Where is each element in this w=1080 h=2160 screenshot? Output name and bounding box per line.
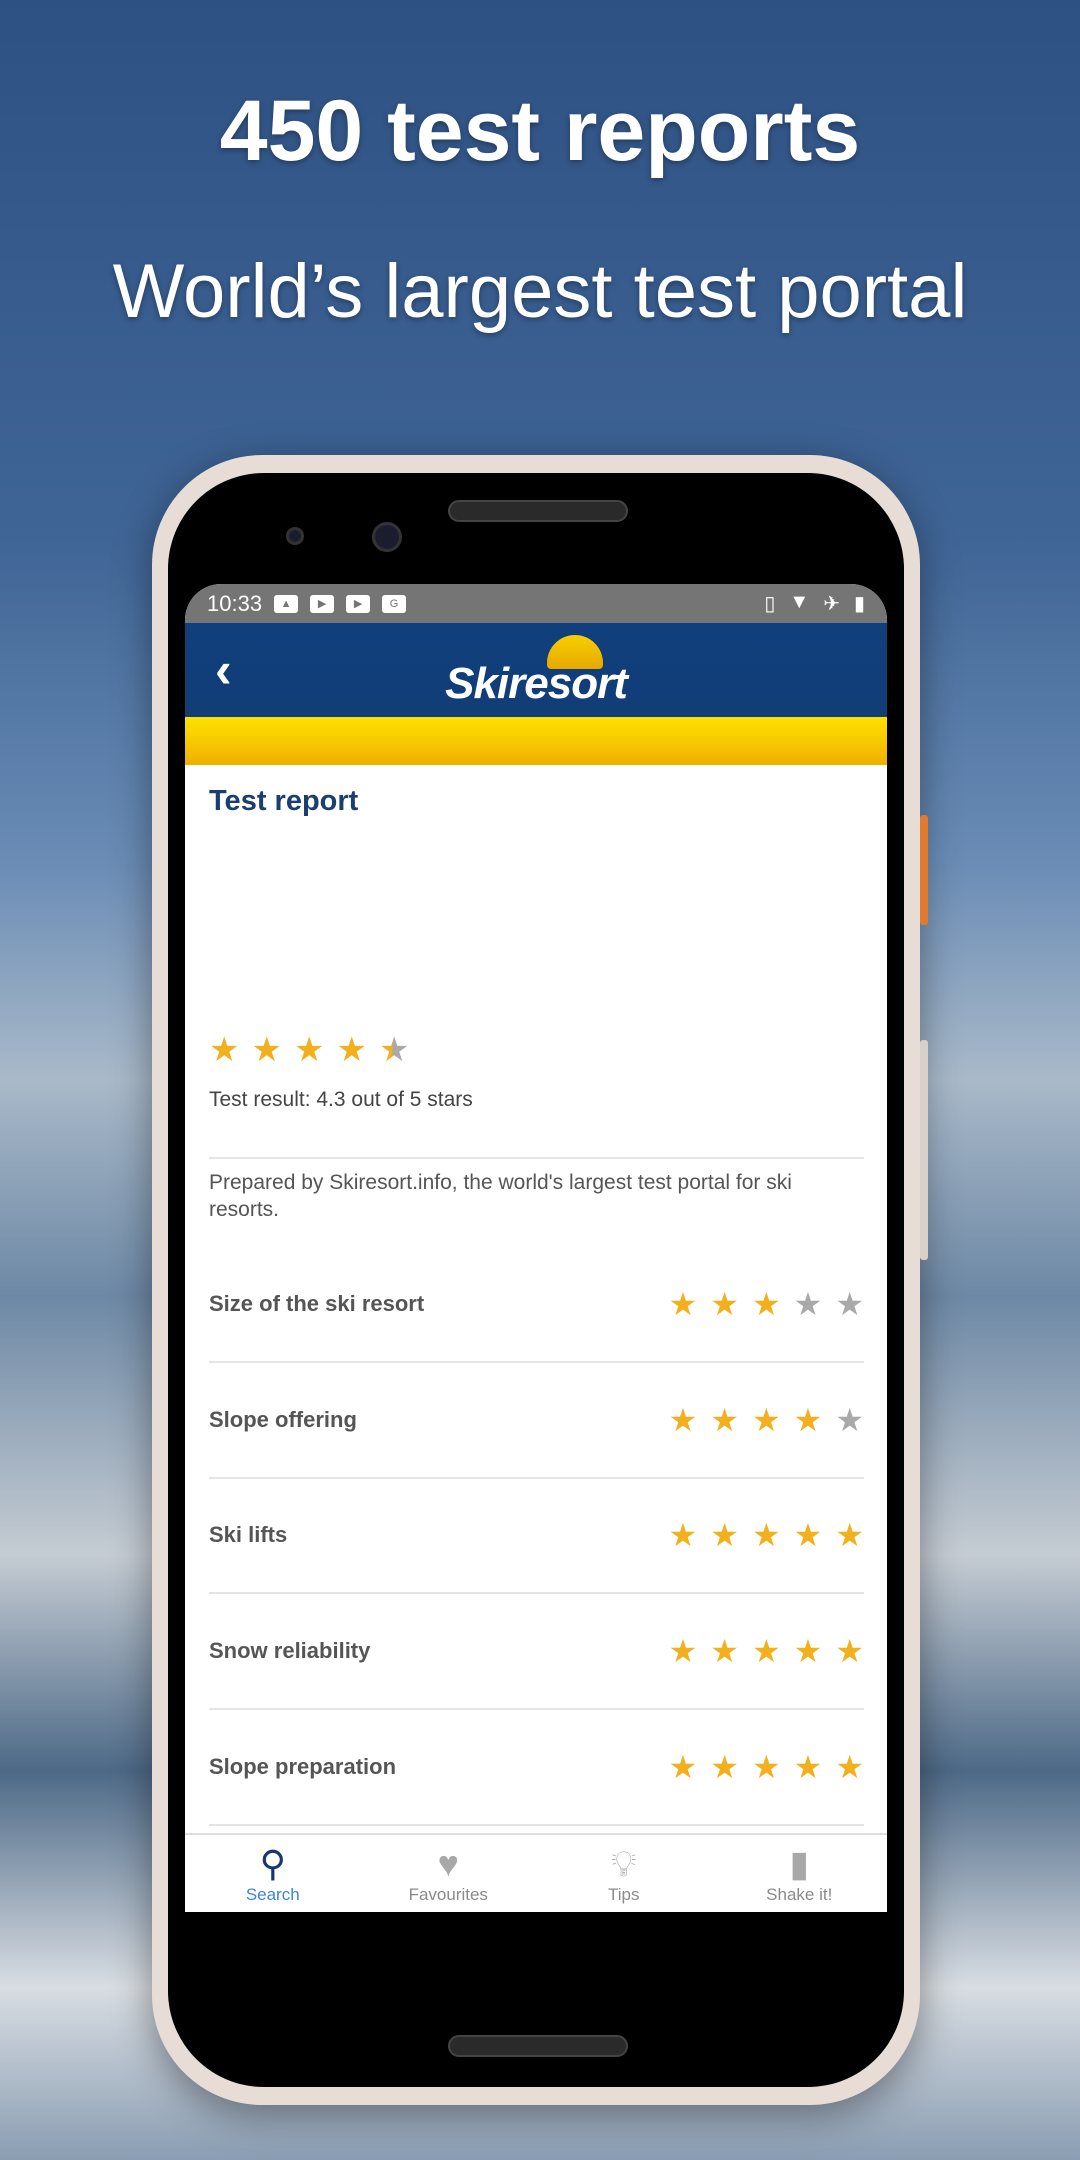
star-filled-icon: ★ — [835, 1748, 864, 1785]
star-filled-icon: ★ — [751, 1286, 781, 1322]
rating-label: Ski lifts — [209, 1522, 288, 1548]
rating-label: Size of the ski resort — [209, 1291, 425, 1316]
heart-icon: ♥ — [437, 1843, 459, 1884]
system-navigation-bar: ‹ — [185, 1912, 887, 1914]
rating-stars: ★ ★ ★ ★ ★ — [669, 1751, 864, 1783]
star-filled-icon: ★ — [793, 1748, 823, 1785]
rating-stars: ★ ★ ★ ★ ★ — [669, 1288, 864, 1320]
wifi-icon: ▼ — [789, 591, 810, 613]
star-filled-icon: ★ — [710, 1748, 739, 1785]
star-filled-icon: ★ — [293, 1031, 325, 1069]
rating-label: Slope preparation — [209, 1753, 397, 1779]
star-filled-icon: ★ — [668, 1401, 698, 1438]
news-notification-icon: G — [382, 594, 407, 613]
sensor — [286, 527, 304, 545]
test-report-content[interactable]: Test report ★ ★ ★ ★ ★ Test result: 4.3 out o… — [185, 765, 887, 1833]
image-notification-icon: ▲ — [274, 594, 299, 613]
star-filled-icon: ★ — [710, 1401, 739, 1438]
star-filled-icon: ★ — [710, 1517, 739, 1554]
earpiece — [448, 500, 628, 522]
star-filled-icon: ★ — [835, 1517, 864, 1554]
front-camera — [372, 522, 402, 552]
star-filled-icon: ★ — [668, 1633, 698, 1670]
overall-rating-stars: ★ ★ ★ ★ ★ — [209, 1033, 409, 1067]
star-filled-icon: ★ — [251, 1031, 282, 1069]
volume-button — [920, 1040, 928, 1260]
shake-phone-icon: ▮ — [789, 1843, 810, 1884]
bottom-speaker — [448, 2035, 628, 2057]
star-filled-icon: ★ — [336, 1031, 367, 1069]
star-filled-icon: ★ — [710, 1633, 739, 1670]
prepared-by-text: Prepared by Skiresort.info, the world's … — [209, 1171, 792, 1221]
tab-tips[interactable]: 💡︎ Tips — [536, 1835, 712, 1912]
test-result-text: Test result: 4.3 out of 5 stars — [209, 1088, 473, 1111]
tab-search[interactable]: ⚲ Search — [185, 1835, 361, 1912]
rating-stars: ★ ★ ★ ★ ★ — [669, 1635, 864, 1667]
star-filled-icon: ★ — [751, 1401, 781, 1438]
rating-row: Slope offering ★ ★ ★ ★ ★ — [209, 1363, 864, 1479]
star-filled-icon: ★ — [710, 1286, 739, 1322]
headline-subtitle: World’s largest test portal — [112, 249, 968, 334]
youtube-notification-icon: ▶ — [310, 594, 335, 613]
status-time: 10:33 — [207, 590, 263, 616]
divider — [209, 1157, 864, 1159]
yellow-banner — [185, 717, 887, 765]
airplane-icon: ✈ — [823, 593, 840, 615]
star-filled-icon: ★ — [751, 1748, 781, 1785]
star-empty-icon: ★ — [835, 1401, 864, 1438]
rating-label: Snow reliability — [209, 1638, 371, 1664]
star-half-icon: ★ — [378, 1031, 410, 1069]
app-header: ‹ Skiresort — [185, 623, 887, 717]
star-filled-icon: ★ — [668, 1748, 698, 1785]
star-filled-icon: ★ — [668, 1517, 698, 1554]
star-filled-icon: ★ — [793, 1517, 823, 1554]
youtube-notification-icon: ▶ — [346, 594, 371, 613]
star-filled-icon: ★ — [751, 1633, 781, 1670]
rating-stars: ★ ★ ★ ★ ★ — [669, 1404, 864, 1436]
rating-stars: ★ ★ ★ ★ ★ — [669, 1519, 864, 1551]
lightbulb-icon: 💡︎ — [611, 1843, 637, 1884]
search-icon: ⚲ — [259, 1843, 286, 1884]
star-filled-icon: ★ — [751, 1517, 781, 1554]
bottom-navigation: ⚲ Search ♥ Favourites 💡︎ Tips ▮ Shake it! — [185, 1833, 887, 1912]
star-filled-icon: ★ — [835, 1633, 864, 1670]
star-empty-icon: ★ — [793, 1286, 823, 1322]
headline-title: 450 test reports — [219, 83, 861, 179]
rating-row: Slope preparation ★ ★ ★ ★ ★ — [209, 1710, 864, 1826]
skiresort-logo: Skiresort — [445, 659, 628, 708]
star-empty-icon: ★ — [835, 1286, 864, 1322]
section-title: Test report — [209, 785, 359, 817]
star-filled-icon: ★ — [793, 1401, 823, 1438]
star-filled-icon: ★ — [668, 1286, 698, 1322]
power-button — [920, 815, 928, 925]
status-bar: 10:33 ▲ ▶ ▶ G ▯ ▼ ✈ ▮ — [185, 584, 887, 623]
rating-row: Snow reliability ★ ★ ★ ★ ★ — [209, 1594, 864, 1711]
rating-row: Access, parking★★★★★ — [209, 1826, 864, 1834]
star-filled-icon: ★ — [209, 1031, 240, 1069]
tab-favourites[interactable]: ♥ Favourites — [361, 1835, 537, 1912]
rating-row: Ski lifts ★ ★ ★ ★ ★ — [209, 1478, 864, 1595]
battery-icon: ▮ — [853, 593, 865, 615]
rating-row: Size of the ski resort ★ ★ ★ ★ ★ — [209, 1247, 864, 1363]
rating-label: Slope offering — [209, 1406, 357, 1432]
vibrate-icon: ▯ — [764, 593, 776, 615]
tab-shake-it[interactable]: ▮ Shake it! — [712, 1835, 888, 1912]
star-filled-icon: ★ — [793, 1633, 823, 1670]
app-screen: 10:33 ▲ ▶ ▶ G ▯ ▼ ✈ ▮ ‹ Skiresort Test r… — [185, 584, 887, 1914]
